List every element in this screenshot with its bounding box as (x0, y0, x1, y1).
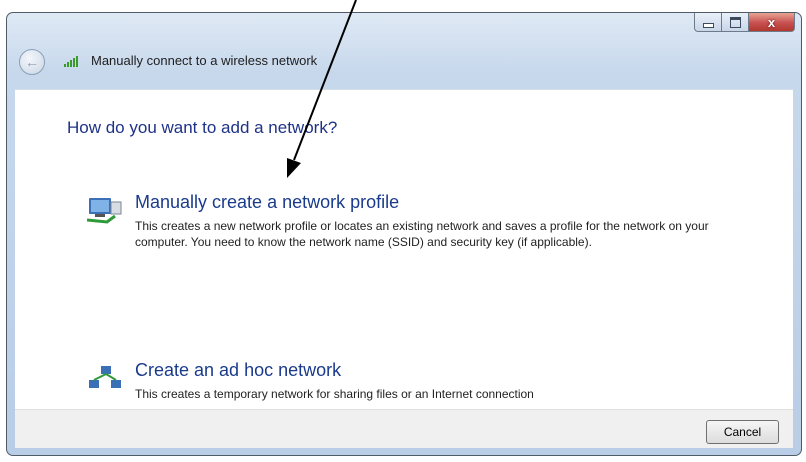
close-button[interactable]: x (749, 13, 795, 32)
maximize-button[interactable] (722, 13, 749, 32)
option-description: This creates a temporary network for sha… (135, 387, 534, 401)
option-title: Create an ad hoc network (135, 360, 342, 380)
cancel-button[interactable]: Cancel (706, 420, 779, 444)
network-profile-icon (87, 198, 122, 224)
maximize-icon (729, 16, 741, 28)
ad-hoc-network-icon (89, 366, 121, 388)
minimize-icon (702, 22, 714, 28)
option-title: Manually create a network profile (135, 192, 400, 212)
caption-buttons: x (694, 13, 795, 33)
content-area: How do you want to add a network? Manual… (15, 89, 793, 410)
dialog-footer: Cancel (15, 409, 793, 448)
minimize-button[interactable] (694, 13, 722, 32)
option-description: This creates a new network profile or lo… (135, 219, 709, 249)
title-bar: Manually connect to a wireless network (63, 53, 317, 68)
close-icon: x (767, 14, 776, 30)
back-button[interactable]: ← (19, 49, 45, 75)
page-heading: How do you want to add a network? (67, 118, 338, 137)
wireless-signal-icon (64, 55, 78, 67)
window-title: Manually connect to a wireless network (91, 53, 318, 68)
dialog-window: x ← Manually connect to a wireless netwo… (6, 12, 802, 456)
back-arrow-icon: ← (25, 54, 39, 70)
